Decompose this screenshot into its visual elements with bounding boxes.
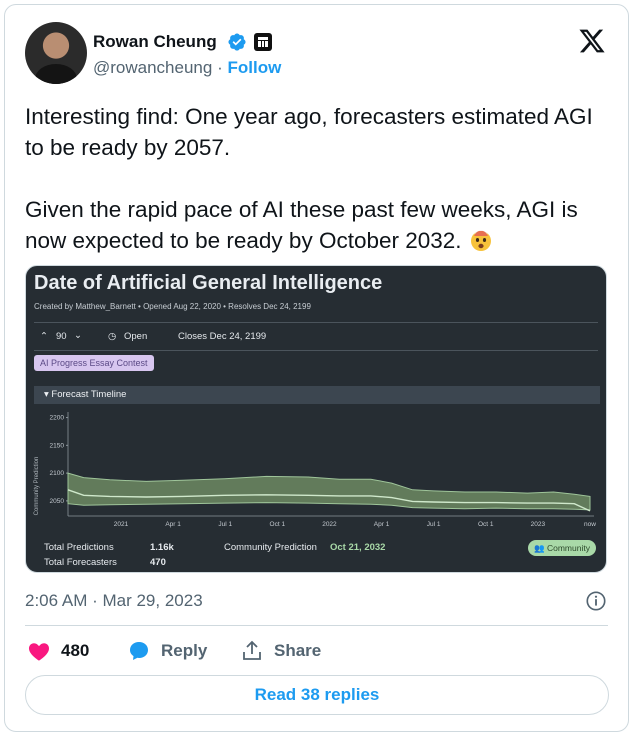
share-button[interactable]: Share: [240, 638, 321, 664]
x-logo-icon[interactable]: [578, 27, 606, 55]
y-tick-label: 2100: [50, 470, 65, 477]
follow-button[interactable]: Follow: [227, 58, 281, 77]
tweet-body: Interesting find: One year ago, forecast…: [25, 104, 593, 253]
x-tick-label: Jul 1: [218, 521, 232, 528]
tweet-text: Interesting find: One year ago, forecast…: [25, 101, 615, 256]
info-icon[interactable]: [585, 590, 607, 612]
heart-icon: [28, 643, 50, 661]
total-predictions-value: 1.16k: [150, 542, 174, 553]
users-icon: 👥: [534, 543, 545, 553]
reply-icon: [130, 642, 148, 660]
total-forecasters-label: Total Forecasters: [44, 557, 117, 568]
forecast-chart: 2200 2150 2100 2050 2021 Apr 1 Jul 1 Oct 1 2022…: [34, 412, 596, 528]
total-forecasters-value: 470: [150, 557, 166, 568]
x-tick-label: Oct 1: [270, 521, 286, 528]
reply-label: Reply: [161, 641, 208, 660]
avatar[interactable]: [25, 22, 87, 84]
verified-badge-icon: [228, 33, 246, 51]
separator: ·: [217, 58, 223, 77]
divider: [34, 350, 598, 351]
like-button[interactable]: 480: [27, 638, 89, 664]
like-count: 480: [61, 641, 90, 660]
tweet-card: Rowan Cheung @rowancheung · Follow Inter…: [4, 4, 629, 732]
author-handle-row: @rowancheung · Follow: [93, 58, 281, 78]
embedded-image[interactable]: Date of Artificial General Intelligence …: [25, 265, 607, 573]
divider: [34, 322, 598, 323]
community-pill-label: Community: [546, 543, 590, 553]
forecast-band: [67, 472, 591, 511]
closes-text: Closes Dec 24, 2199: [178, 331, 267, 342]
x-tick-label: Jul 1: [427, 521, 441, 528]
reply-button[interactable]: Reply: [127, 638, 207, 664]
forecast-header: ▾ Forecast Timeline: [34, 386, 600, 404]
forecast-header-label: Forecast Timeline: [51, 389, 127, 400]
community-prediction-label: Community Prediction: [224, 542, 317, 553]
divider: [25, 625, 608, 626]
chevron-down-icon: ⌄: [74, 330, 82, 341]
share-label: Share: [274, 641, 322, 660]
y-tick-label: 2150: [50, 442, 65, 449]
x-tick-label: Oct 1: [478, 521, 494, 528]
x-tick-label: Apr 1: [374, 521, 390, 528]
author-handle[interactable]: @rowancheung: [93, 58, 212, 77]
exploding-head-icon: [470, 230, 491, 251]
x-tick-label: now: [584, 521, 596, 528]
affiliation-badge-icon: [254, 33, 272, 51]
total-predictions-label: Total Predictions: [44, 542, 114, 553]
read-replies-button[interactable]: Read 38 replies: [25, 675, 609, 715]
status-text: Open: [124, 331, 148, 342]
x-tick-label: 2022: [322, 521, 337, 528]
tag-chip: AI Progress Essay Contest: [34, 355, 154, 371]
x-tick-label: 2021: [114, 521, 129, 528]
community-pill: 👥 Community: [528, 540, 596, 556]
media-meta: Created by Matthew_Barnett • Opened Aug …: [34, 302, 311, 311]
share-icon: [243, 640, 261, 660]
x-tick-label: Apr 1: [165, 521, 181, 528]
media-title: Date of Artificial General Intelligence: [34, 272, 383, 294]
y-tick-label: 2200: [50, 415, 65, 422]
x-tick-label: 2023: [531, 521, 546, 528]
timestamp[interactable]: 2:06 AM · Mar 29, 2023: [25, 591, 203, 611]
community-prediction-value: Oct 21, 2032: [330, 542, 386, 553]
clock-icon: ◷: [108, 331, 117, 342]
author-name[interactable]: Rowan Cheung: [93, 32, 217, 52]
chevron-up-icon: ⌃: [40, 331, 48, 342]
vote-count: 90: [56, 331, 67, 342]
y-tick-label: 2050: [50, 498, 65, 505]
y-axis-label: Community Prediction: [34, 457, 40, 516]
